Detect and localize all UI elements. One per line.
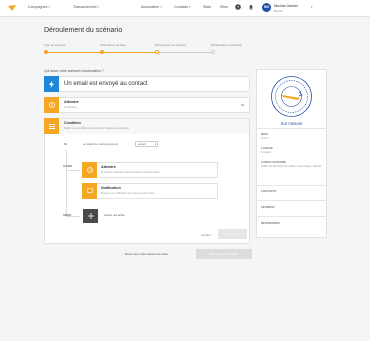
branch-connector-line [66, 150, 67, 216]
divider [257, 128, 327, 129]
scenario-type-icon [271, 76, 312, 117]
cancel-link[interactable]: Annuler [201, 233, 211, 237]
step-4-label: Récapitulatif et activation [211, 43, 243, 47]
action-notification-subtitle: Envoyer une notification mail, sms ou pu… [101, 191, 155, 195]
stepper-remaining-line [157, 52, 213, 53]
scenario-type-title: Sur mesure [280, 121, 303, 126]
bell-icon[interactable] [248, 4, 254, 10]
divider [257, 200, 327, 201]
nav-automation[interactable]: Automation▾ [141, 5, 162, 9]
field-fuseau-label: FUSEAU HORAIRE [261, 160, 287, 164]
field-nom-label: NOM [261, 132, 268, 136]
condition-panel [44, 118, 250, 244]
step-3-dot [155, 50, 159, 54]
trigger-question: Qui lance votre scénario d'automation ? [44, 69, 104, 73]
field-fuseau-value: (GMT+01:00) Paris, Bruxelles, Copenhague… [261, 165, 321, 168]
chevron-down-icon: ▾ [97, 5, 99, 9]
page-title: Déroulement du scénario [44, 27, 123, 34]
divider [257, 216, 327, 217]
help-icon[interactable]: ? [235, 4, 241, 10]
step-1-dot [44, 50, 48, 54]
condition-status-value: ouvert [138, 142, 146, 146]
notification-icon [86, 188, 93, 194]
top-navigation-bar: Campagnes▾ Transactionnel▾ Automation▾ C… [0, 0, 370, 17]
nav-transactionnel-label: Transactionnel [73, 5, 97, 9]
branch-no-label: SINON [63, 214, 72, 217]
condition-subtitle: Définir une condition à remplir pour con… [64, 126, 130, 130]
condition-icon-box [44, 118, 59, 134]
logo-icon[interactable] [7, 3, 17, 13]
wait-icon-box [44, 97, 59, 113]
action-wait-subtitle: Si la durée à attendre avant d'exécuter … [101, 170, 160, 174]
branch-connector-line [66, 170, 80, 171]
clock-icon [86, 167, 93, 173]
nav-stats-label: Stats [203, 5, 212, 9]
divider [257, 185, 327, 186]
action-wait-icon-box [82, 162, 97, 178]
wait-step-subtitle: 10 Minutes [64, 105, 77, 109]
plus-icon [87, 213, 94, 219]
chevron-down-icon: ▾ [160, 5, 162, 9]
condition-status-select[interactable]: ouvert ▾ [135, 141, 158, 147]
field-nom-value: Test 8 [261, 137, 268, 140]
clock-icon [48, 102, 55, 108]
action-notification-icon-box [82, 183, 97, 199]
section-segment[interactable]: SEGMENT [261, 205, 275, 209]
nav-automation-label: Automation [141, 5, 160, 9]
condition-if-label: Si [64, 142, 67, 146]
step-1-label[interactable]: Type de scénario [44, 43, 65, 47]
nav-stats[interactable]: Stats [203, 5, 211, 9]
condition-if-text: Le statut du mail envoyé est [83, 142, 118, 146]
chevron-down-icon: ▾ [189, 5, 191, 9]
nav-contacts-label: Contacts [174, 5, 189, 9]
user-name[interactable]: Nicolas Garnier [274, 4, 298, 8]
chevron-down-icon: ▾ [48, 5, 50, 9]
nav-campagnes[interactable]: Campagnes▾ [28, 5, 50, 9]
nav-campagnes-label: Campagnes [28, 5, 48, 9]
nav-transactionnel[interactable]: Transactionnel▾ [73, 5, 99, 9]
chevron-down-icon[interactable]: ▾ [311, 5, 313, 9]
step-3-label: Déroulement du scénario [155, 43, 187, 47]
nav-sites-label: Sites [220, 5, 228, 9]
trigger-icon-box [44, 76, 59, 92]
user-organization: Breizh [274, 8, 283, 13]
section-destinataires[interactable]: DESTINAIRES [261, 221, 280, 225]
branch-yes-label: ALORS [63, 165, 73, 168]
chevron-down-icon: ▾ [154, 143, 156, 146]
progress-stepper: Type de scénario Informations de base Dé… [44, 43, 312, 59]
back-link-label: Retour aux informations de base [124, 252, 169, 256]
section-contacts[interactable]: CONTACTS [261, 189, 276, 193]
step-2-label[interactable]: Informations de base [100, 43, 126, 47]
back-link[interactable]: ← Retour aux informations de base [121, 252, 168, 256]
lightning-icon [49, 80, 54, 88]
more-options-icon[interactable]: ••• [241, 102, 244, 107]
step-2-dot [100, 50, 104, 54]
add-action-label[interactable]: Ajouter une action [104, 214, 125, 217]
step-4-dot [211, 50, 215, 54]
save-scenario-button[interactable]: Enregistrer le scénario [196, 249, 252, 259]
field-langue-value: Français [261, 151, 271, 154]
list-icon [48, 123, 55, 129]
field-langue-label: LANGUE [261, 146, 273, 150]
avatar[interactable]: NG [262, 3, 271, 12]
trigger-label: Un email est envoyé au contact [64, 81, 148, 87]
nav-sites[interactable]: Sites [220, 5, 228, 9]
nav-contacts[interactable]: Contacts▾ [174, 5, 191, 9]
add-action-button[interactable] [83, 209, 98, 223]
action-wait-title: Attendre [101, 165, 116, 169]
wait-step-title: Attendre [64, 100, 79, 104]
condition-title: Condition [64, 121, 81, 125]
validate-button[interactable]: Enregistrer [218, 229, 247, 239]
action-notification-title: Notification [101, 186, 121, 190]
